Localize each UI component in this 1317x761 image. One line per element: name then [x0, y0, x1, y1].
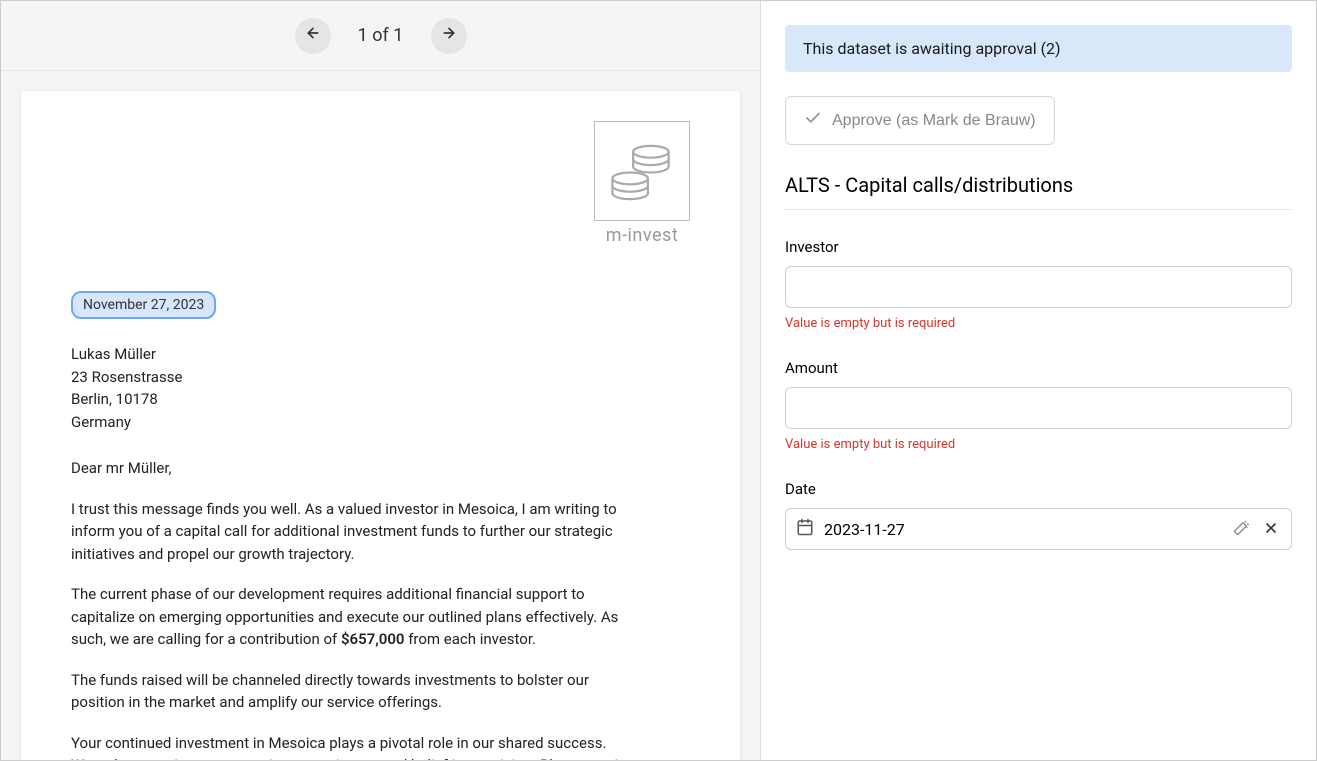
check-icon [804, 109, 822, 132]
logo-block: m-invest [594, 121, 690, 246]
investor-field: Investor Value is empty but is required [785, 238, 1292, 331]
date-field: Date 2023-11-27 [785, 480, 1292, 550]
form-panel: This dataset is awaiting approval (2) Ap… [761, 1, 1316, 760]
section-title: ALTS - Capital calls/distributions [785, 173, 1292, 197]
paragraph-1: I trust this message finds you well. As … [71, 498, 631, 566]
document-toolbar: 1 of 1 [1, 1, 760, 71]
document-viewport: m-invest November 27, 2023 Lukas Müller … [1, 71, 760, 760]
document-panel: 1 of 1 [1, 1, 761, 760]
address-country: Germany [71, 411, 690, 434]
divider [785, 209, 1292, 210]
page-indicator: 1 of 1 [351, 25, 411, 46]
amount-input[interactable] [785, 387, 1292, 429]
investor-input[interactable] [785, 266, 1292, 308]
investor-label: Investor [785, 238, 1292, 256]
salutation: Dear mr Müller, [71, 457, 631, 480]
amount-error: Value is empty but is required [785, 437, 1292, 452]
address-name: Lukas Müller [71, 343, 690, 366]
status-banner: This dataset is awaiting approval (2) [785, 25, 1292, 72]
document-page: m-invest November 27, 2023 Lukas Müller … [21, 91, 740, 760]
prev-page-button[interactable] [295, 18, 331, 54]
paragraph-2: The current phase of our development req… [71, 583, 631, 651]
paragraph-3: The funds raised will be channeled direc… [71, 669, 631, 714]
letter-body: Dear mr Müller, I trust this message fin… [71, 457, 690, 760]
logo-caption: m-invest [594, 225, 690, 246]
address-city: Berlin, 10178 [71, 388, 690, 411]
magic-wand-button[interactable] [1231, 518, 1251, 541]
paragraph-4: Your continued investment in Mesoica pla… [71, 732, 631, 761]
amount-label: Amount [785, 359, 1292, 377]
address-block: Lukas Müller 23 Rosenstrasse Berlin, 101… [71, 343, 690, 433]
status-text: This dataset is awaiting approval (2) [803, 39, 1061, 58]
investor-error: Value is empty but is required [785, 316, 1292, 331]
date-value: 2023-11-27 [824, 520, 1221, 539]
clear-date-button[interactable] [1261, 518, 1281, 541]
date-input[interactable]: 2023-11-27 [785, 508, 1292, 550]
app-root: 1 of 1 [0, 0, 1317, 761]
address-street: 23 Rosenstrasse [71, 366, 690, 389]
arrow-left-icon [305, 25, 321, 46]
amount-field: Amount Value is empty but is required [785, 359, 1292, 452]
next-page-button[interactable] [431, 18, 467, 54]
approve-label: Approve (as Mark de Brauw) [832, 112, 1036, 130]
close-icon [1263, 520, 1279, 539]
approve-button[interactable]: Approve (as Mark de Brauw) [785, 96, 1055, 145]
date-label: Date [785, 480, 1292, 498]
coins-icon [594, 121, 690, 221]
arrow-right-icon [441, 25, 457, 46]
magic-wand-icon [1233, 520, 1249, 539]
date-highlight[interactable]: November 27, 2023 [71, 291, 216, 319]
calendar-icon [796, 518, 814, 540]
